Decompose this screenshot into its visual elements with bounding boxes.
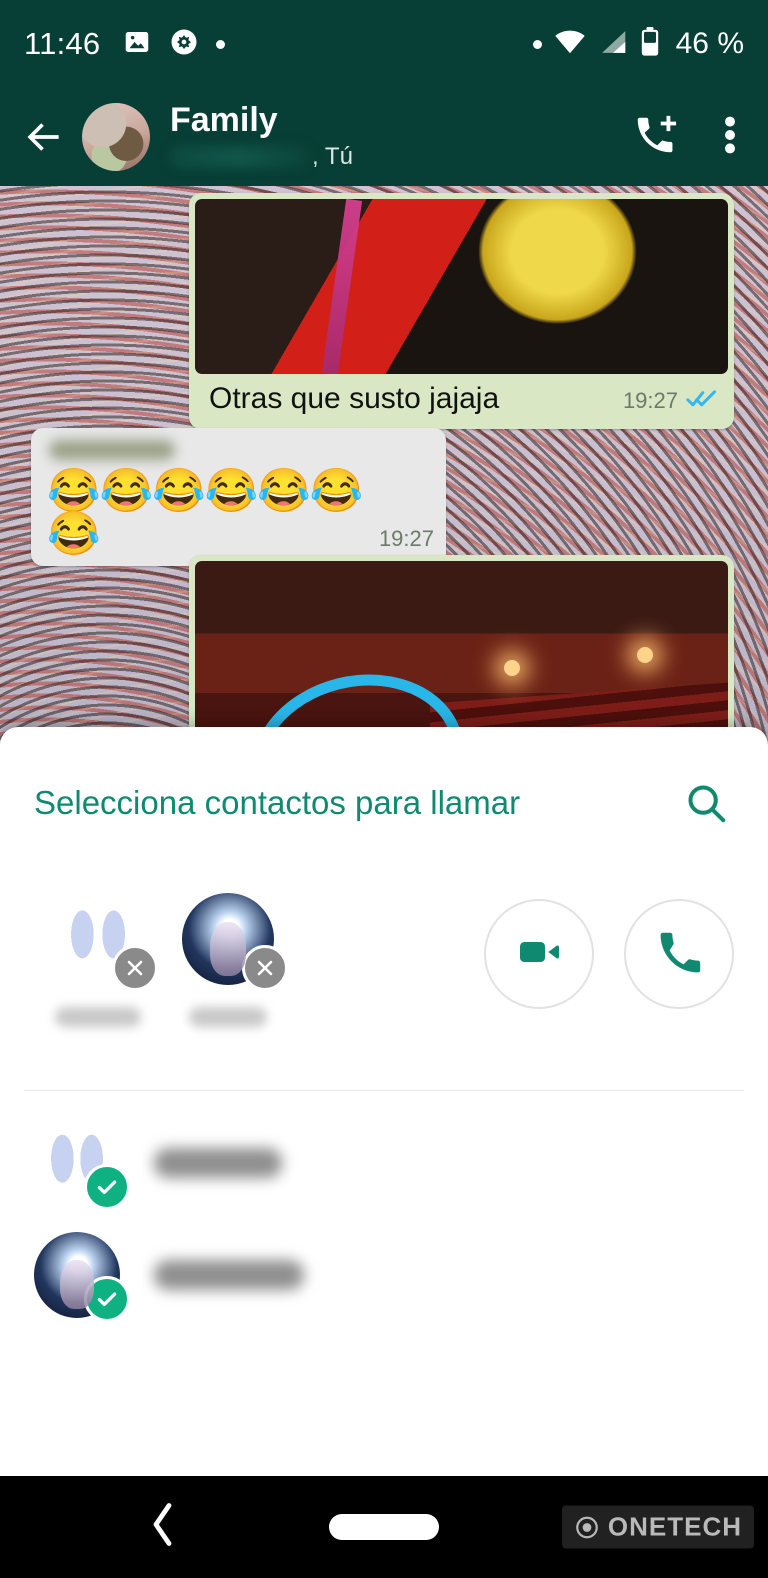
- message-text-row: Otras que susto jajaja 19:27: [195, 374, 728, 429]
- message-timestamp: 19:27: [622, 388, 678, 413]
- image-icon: [122, 27, 152, 62]
- avatar[interactable]: [52, 893, 158, 991]
- status-bar-system-icons: 46 %: [532, 26, 744, 62]
- dot-icon: [532, 39, 542, 49]
- page-title: Family: [170, 101, 278, 140]
- message-text-row: 😂😂😂😂😂😂😂 19:27: [47, 470, 434, 556]
- redacted-contact-name: [189, 1007, 267, 1027]
- sheet-header: Selecciona contactos para llamar: [0, 727, 768, 831]
- message-bubble-outgoing[interactable]: Otras que susto jajaja 19:27: [189, 193, 734, 429]
- redacted-participant-name: [170, 145, 310, 168]
- close-icon[interactable]: [112, 945, 158, 991]
- status-bar-clock: 11:46: [24, 26, 101, 61]
- search-icon[interactable]: [678, 775, 734, 831]
- message-text: 😂😂😂😂😂😂😂: [47, 467, 363, 558]
- onetech-logo-icon: [576, 1516, 598, 1538]
- redacted-contact-name: [55, 1007, 141, 1027]
- list-item[interactable]: [0, 1219, 768, 1331]
- phone-screen: 11:46 46 % Family , Tú Otras que susto j…: [0, 0, 768, 1578]
- avatar[interactable]: [182, 893, 288, 991]
- message-bubble-incoming[interactable]: 😂😂😂😂😂😂😂 19:27: [31, 428, 446, 566]
- chat-participants-label: , Tú: [312, 142, 353, 170]
- avatar: [34, 1232, 130, 1322]
- call-action-buttons: [484, 893, 734, 1009]
- list-item[interactable]: [0, 1107, 768, 1219]
- message-timestamp: 19:27: [378, 526, 434, 551]
- chat-header-titles[interactable]: Family , Tú: [170, 101, 353, 171]
- redacted-contact-name: [154, 1260, 304, 1290]
- battery-percentage: 46 %: [675, 27, 744, 60]
- selected-contacts-chips: [0, 831, 768, 1027]
- chat-participants: , Tú: [170, 143, 353, 171]
- cellular-signal-icon: [598, 28, 628, 61]
- video-call-button[interactable]: [484, 899, 594, 1009]
- sheet-title: Selecciona contactos para llamar: [34, 784, 521, 821]
- settings-flower-icon: [169, 27, 199, 62]
- check-icon: [84, 1164, 130, 1210]
- voice-call-button[interactable]: [624, 899, 734, 1009]
- avatar: [34, 1120, 130, 1210]
- video-camera-icon: [515, 928, 563, 981]
- overflow-menu-icon[interactable]: [722, 112, 738, 163]
- call-contact-picker-sheet: Selecciona contactos para llamar: [0, 727, 768, 1476]
- add-call-icon[interactable]: [632, 112, 678, 163]
- system-navigation-bar: ONETECH: [0, 1476, 768, 1578]
- dot-icon: [216, 39, 226, 49]
- watermark: ONETECH: [561, 1505, 754, 1549]
- read-receipt-icon: [686, 388, 718, 415]
- redacted-contact-name: [154, 1148, 282, 1178]
- battery-icon: [639, 26, 661, 62]
- wall-lamp: [504, 660, 521, 676]
- message-text: Otras que susto jajaja: [209, 382, 500, 415]
- app-bar-actions: [632, 112, 746, 163]
- message-meta: 19:27: [623, 388, 718, 417]
- selected-contact-chip[interactable]: [164, 893, 292, 1027]
- back-arrow-icon[interactable]: [22, 115, 66, 159]
- wifi-icon: [553, 28, 587, 61]
- avatar[interactable]: [82, 103, 150, 171]
- watermark-text: ONETECH: [607, 1511, 742, 1542]
- message-image-attachment[interactable]: [195, 199, 728, 374]
- check-icon: [84, 1276, 130, 1322]
- close-icon[interactable]: [242, 945, 288, 991]
- selected-contact-chip[interactable]: [34, 893, 162, 1027]
- contact-list: [0, 1091, 768, 1331]
- phone-icon: [655, 928, 703, 981]
- app-bar: Family , Tú: [0, 88, 768, 186]
- wall-lamp: [637, 646, 654, 663]
- status-bar: 11:46 46 %: [0, 0, 768, 88]
- status-bar-notification-icons: [122, 27, 226, 62]
- home-indicator[interactable]: [329, 1514, 439, 1540]
- nav-back-icon[interactable]: [148, 1503, 178, 1552]
- redacted-sender-name: [49, 440, 175, 460]
